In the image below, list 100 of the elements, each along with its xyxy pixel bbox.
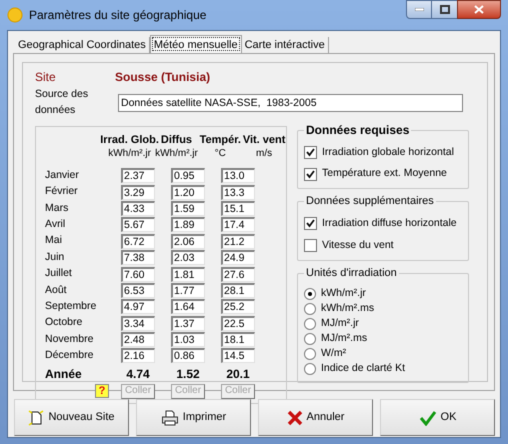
radio-button[interactable] (304, 333, 316, 345)
value-field[interactable]: 13.3 (221, 184, 255, 200)
year-total: 4.74 (125, 366, 151, 384)
radio-button[interactable] (304, 363, 316, 375)
month-label: Octobre (45, 315, 84, 330)
radio-label: MJ/m².jr (321, 316, 359, 332)
month-label: Septembre (45, 298, 98, 314)
radio-button[interactable] (304, 303, 316, 315)
radio-label: MJ/m².ms (321, 331, 368, 346)
checkbox-label: Irradiation diffuse horizontale (322, 216, 457, 231)
site-country: (Tunisia) (161, 69, 210, 86)
checkbox[interactable] (304, 217, 317, 230)
value-field[interactable]: 2.06 (171, 234, 205, 249)
value-field[interactable]: 24.9 (221, 250, 255, 266)
app-icon (7, 7, 23, 23)
value-field[interactable]: 3.29 (121, 184, 155, 200)
column-title: Tempér. (200, 132, 241, 146)
group-title: Données requises (304, 122, 412, 136)
value-field[interactable]: 21.2 (221, 234, 255, 249)
value-field[interactable]: 1.03 (171, 332, 205, 348)
site-name: Sousse (115, 69, 159, 86)
value-field[interactable]: 2.16 (121, 348, 155, 364)
dialog-button[interactable]: OK (380, 399, 495, 436)
value-field[interactable]: 7.60 (121, 266, 155, 282)
maximize-button[interactable] (432, 0, 457, 19)
tick-icon (306, 148, 315, 157)
close-icon (474, 5, 484, 14)
source-field[interactable]: Données satellite NASA-SSE, 1983-2005 (118, 94, 463, 112)
value-field[interactable]: 2.03 (171, 250, 205, 266)
value-field[interactable]: 4.33 (121, 200, 155, 216)
document-icon (28, 410, 44, 426)
column-unit: kWh/m².jr (108, 146, 151, 160)
dialog-button[interactable]: Annuler (258, 399, 373, 436)
window-title: Paramètres du site géographique (29, 7, 208, 24)
minimize-button[interactable] (406, 0, 432, 19)
value-field[interactable]: 1.20 (171, 184, 205, 200)
value-field[interactable]: 0.86 (171, 348, 205, 364)
value-field[interactable]: 22.5 (221, 316, 255, 331)
value-field[interactable]: 1.81 (171, 266, 205, 282)
value-field[interactable]: 14.5 (221, 348, 255, 364)
tick-icon (306, 170, 315, 179)
radio-label: kWh/m².ms (321, 301, 374, 316)
month-label: Juin (45, 250, 66, 265)
value-field[interactable]: 1.59 (171, 200, 205, 216)
value-field[interactable]: 28.1 (221, 282, 255, 298)
minimize-icon (414, 8, 424, 11)
value-field[interactable]: 5.67 (121, 217, 155, 232)
month-label: Mars (45, 200, 70, 216)
month-label: Août (45, 282, 68, 298)
column-unit: °C (214, 146, 226, 160)
month-label: Décembre (45, 348, 94, 364)
year-label: Année (45, 366, 83, 384)
value-field[interactable]: 0.95 (171, 168, 205, 184)
value-field[interactable]: 4.97 (121, 299, 155, 314)
column-unit: m/s (256, 146, 272, 160)
value-field[interactable]: 15.1 (221, 200, 255, 216)
value-field[interactable]: 18.1 (221, 332, 255, 348)
dialog-button[interactable]: Nouveau Site (14, 399, 129, 436)
value-field[interactable]: 2.48 (121, 332, 155, 348)
help-button[interactable]: ? (95, 384, 109, 398)
value-field[interactable]: 1.64 (171, 299, 205, 314)
value-field[interactable]: 6.72 (121, 234, 155, 249)
close-button[interactable] (457, 0, 501, 19)
value-field[interactable]: 2.37 (121, 168, 155, 184)
radio-button[interactable] (304, 288, 316, 300)
radio-button[interactable] (304, 348, 316, 360)
value-field[interactable]: 27.6 (221, 266, 255, 282)
value-field[interactable]: 13.0 (221, 168, 255, 184)
value-field[interactable]: 1.89 (171, 217, 205, 232)
checkbox-label: Vitesse du vent (322, 238, 394, 253)
month-label: Mai (45, 233, 63, 248)
column-unit: kWh/m².jr (155, 146, 198, 160)
checkbox-label: Température ext. Moyenne (322, 166, 447, 182)
checkbox-label: Irradiation globale horizontal (322, 144, 454, 160)
cross-icon (286, 410, 303, 426)
checkbox[interactable] (304, 146, 317, 159)
source-label: Source des données (35, 87, 90, 118)
site-label: Site (35, 69, 57, 86)
tick-icon (306, 219, 315, 228)
column-title: Vit. vent (242, 132, 286, 146)
month-label: Janvier (45, 168, 80, 183)
month-label: Avril (45, 216, 66, 232)
value-field[interactable]: 17.4 (221, 217, 255, 232)
checkmark-icon (418, 410, 437, 426)
column-title: Irrad. Glob. (100, 132, 159, 146)
checkbox[interactable] (304, 239, 317, 252)
group-title: Données supplémentaires (304, 194, 436, 208)
month-label: Novembre (45, 332, 94, 347)
checkbox[interactable] (304, 168, 317, 181)
value-field[interactable]: 6.53 (121, 282, 155, 298)
month-label: Février (45, 184, 79, 200)
radio-button[interactable] (304, 318, 316, 330)
value-field[interactable]: 1.37 (171, 316, 205, 331)
month-label: Juillet (45, 266, 73, 282)
value-field[interactable]: 1.77 (171, 282, 205, 298)
value-field[interactable]: 7.38 (121, 250, 155, 266)
value-field[interactable]: 25.2 (221, 299, 255, 314)
dialog-button[interactable]: Imprimer (136, 399, 251, 436)
tab[interactable]: Météo mensuelle (150, 35, 242, 53)
value-field[interactable]: 3.34 (121, 316, 155, 331)
